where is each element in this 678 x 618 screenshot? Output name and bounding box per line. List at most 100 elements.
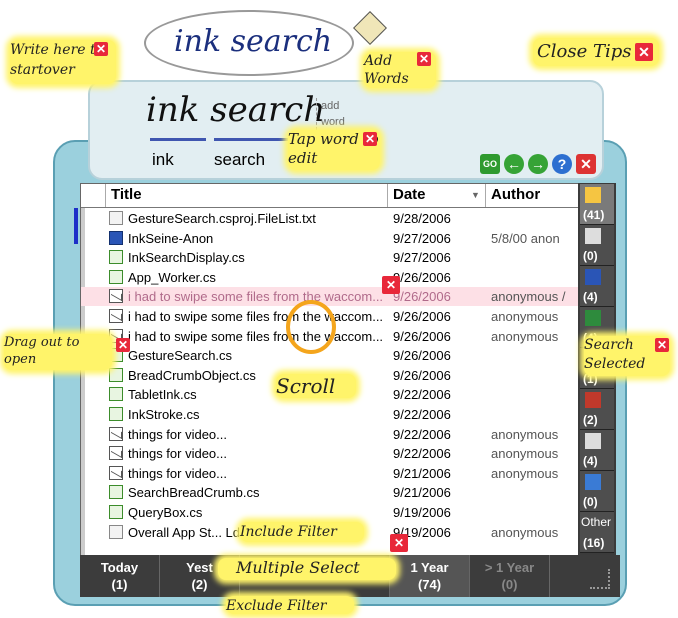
filetype-filter-pdf[interactable]: (2) [580, 389, 614, 430]
table-row[interactable]: GestureSearch.csproj.FileList.txt 9/28/20… [81, 209, 578, 228]
time-label: > 1 Year [484, 560, 535, 575]
time-label: 1 Year [410, 560, 449, 575]
row-author: anonymous [491, 426, 559, 442]
scroll-position-indicator [74, 208, 78, 244]
row-author: anonymous [491, 524, 559, 540]
other-icon: Other [581, 515, 612, 529]
time-count: (74) [417, 577, 442, 592]
tip-text: Multiple Select [236, 558, 360, 577]
table-row[interactable]: InkSeine-Anon 9/27/2006 5/8/00 anon [81, 229, 578, 248]
row-title: i had to swipe some files from the wacco… [128, 309, 384, 324]
row-date: 9/19/2006 [393, 505, 451, 520]
image-icon [585, 228, 601, 244]
file-icon [109, 211, 123, 225]
close-icon[interactable]: ✕ [382, 276, 400, 294]
help-icon[interactable]: ? [552, 154, 572, 174]
table-row[interactable]: SearchBreadCrumb.cs 9/21/2006 [81, 483, 578, 502]
row-author: anonymous [491, 309, 559, 324]
add-words-icon[interactable] [353, 11, 387, 45]
table-row[interactable]: things for video... 9/21/2006 anonymous [81, 464, 578, 483]
row-title: App_Worker.cs [128, 269, 216, 285]
resize-grip-icon[interactable] [590, 569, 610, 589]
word-icon [585, 269, 601, 285]
table-row[interactable]: InkStroke.cs 9/22/2006 [81, 405, 578, 424]
filetype-count: (0) [583, 495, 598, 509]
column-author[interactable]: Author [491, 186, 540, 203]
time-label: Today [100, 560, 139, 575]
row-title: InkSeine-Anon [128, 230, 214, 246]
row-title: things for video... [128, 446, 227, 462]
recognized-ink[interactable]: ink search [146, 90, 325, 130]
time-filter-today[interactable]: Today (1) [80, 555, 160, 597]
time-count: (1) [111, 577, 128, 592]
filetype-filter-word[interactable]: (4) [580, 266, 614, 307]
row-author: anonymous / [491, 289, 566, 305]
time-filter-older[interactable]: > 1 Year (0) [470, 555, 550, 597]
filetype-filter-other[interactable]: Other (16) [580, 512, 614, 553]
cs-file-icon [109, 387, 123, 402]
cs-file-icon [109, 367, 123, 382]
close-tips-button[interactable]: Close Tips ✕ [533, 38, 659, 66]
row-title: things for video... [128, 426, 227, 442]
forward-icon[interactable]: → [528, 154, 548, 174]
word-search[interactable]: search [214, 150, 265, 170]
close-icon[interactable]: ✕ [655, 338, 669, 352]
add-word-label[interactable]: add word [316, 98, 359, 130]
filetype-filter-image[interactable]: (4) [580, 430, 614, 471]
sort-arrow-icon: ▼ [471, 190, 480, 200]
ie-icon [585, 474, 601, 490]
tip-include-filter: Include Filter [240, 522, 364, 542]
close-icon[interactable]: ✕ [635, 43, 653, 61]
filetype-filter-image[interactable]: (0) [580, 225, 614, 266]
close-icon[interactable]: ✕ [116, 338, 130, 352]
row-author: anonymous [491, 328, 559, 344]
close-icon[interactable]: ✕ [390, 534, 408, 552]
table-row[interactable]: GestureSearch.cs 9/26/2006 [81, 346, 578, 365]
word-ink[interactable]: ink [152, 150, 174, 170]
time-count: (0) [501, 577, 518, 592]
file-icon [109, 524, 123, 539]
excel-icon [585, 310, 601, 326]
close-icon[interactable]: ✕ [417, 52, 431, 66]
scroll-gesture-icon [286, 300, 336, 354]
filetype-count: (2) [583, 413, 598, 427]
filetype-count: (0) [583, 249, 598, 263]
ink-input-area[interactable]: ink search [144, 10, 354, 76]
column-title[interactable]: Title [111, 186, 142, 203]
table-row[interactable]: things for video... 9/22/2006 anonymous [81, 425, 578, 444]
tip-text: Scroll [276, 374, 336, 398]
table-row[interactable]: things for video... 9/22/2006 anonymous [81, 444, 578, 463]
results-list[interactable]: Title Date ▼ Author GestureSearch.csproj… [74, 183, 579, 557]
row-date: 9/22/2006 [393, 387, 451, 403]
mail-icon [109, 309, 123, 323]
row-date: 9/22/2006 [393, 426, 451, 442]
row-title: SearchBreadCrumb.cs [128, 485, 260, 501]
ink-handwriting: ink search [174, 24, 333, 59]
row-date: 9/26/2006 [393, 348, 451, 364]
row-title: i had to swipe some files from the wacco… [128, 328, 384, 344]
column-date[interactable]: Date [393, 186, 426, 203]
back-icon[interactable]: ← [504, 154, 524, 174]
table-row[interactable]: i had to swipe some files from the wacco… [81, 287, 578, 307]
go-button[interactable]: GO [480, 154, 500, 174]
filetype-count: (41) [583, 208, 605, 222]
close-icon[interactable]: ✕ [363, 132, 377, 146]
table-row[interactable]: QueryBox.cs 9/19/2006 [81, 503, 578, 522]
ink-underline-1 [150, 138, 206, 141]
row-date: 9/21/2006 [393, 485, 451, 501]
close-icon[interactable]: ✕ [94, 42, 108, 56]
close-icon[interactable]: ✕ [576, 154, 596, 174]
table-row[interactable]: InkSearchDisplay.cs 9/27/2006 [81, 248, 578, 267]
row-date: 9/26/2006 [393, 309, 451, 324]
row-date: 9/27/2006 [393, 230, 451, 246]
filetype-count: (4) [583, 290, 598, 304]
row-date: 9/21/2006 [393, 465, 451, 481]
filetype-filter-ie[interactable]: (0) [580, 471, 614, 512]
filetype-filter-mail[interactable]: (41) [580, 184, 614, 225]
cs-file-icon [109, 250, 123, 265]
cs-file-icon [109, 505, 123, 519]
time-filter-1year[interactable]: 1 Year (74) [390, 555, 470, 597]
table-row[interactable]: App_Worker.cs 9/26/2006 [81, 268, 578, 287]
row-date: 9/28/2006 [393, 211, 451, 226]
filetype-count: (4) [583, 454, 598, 468]
